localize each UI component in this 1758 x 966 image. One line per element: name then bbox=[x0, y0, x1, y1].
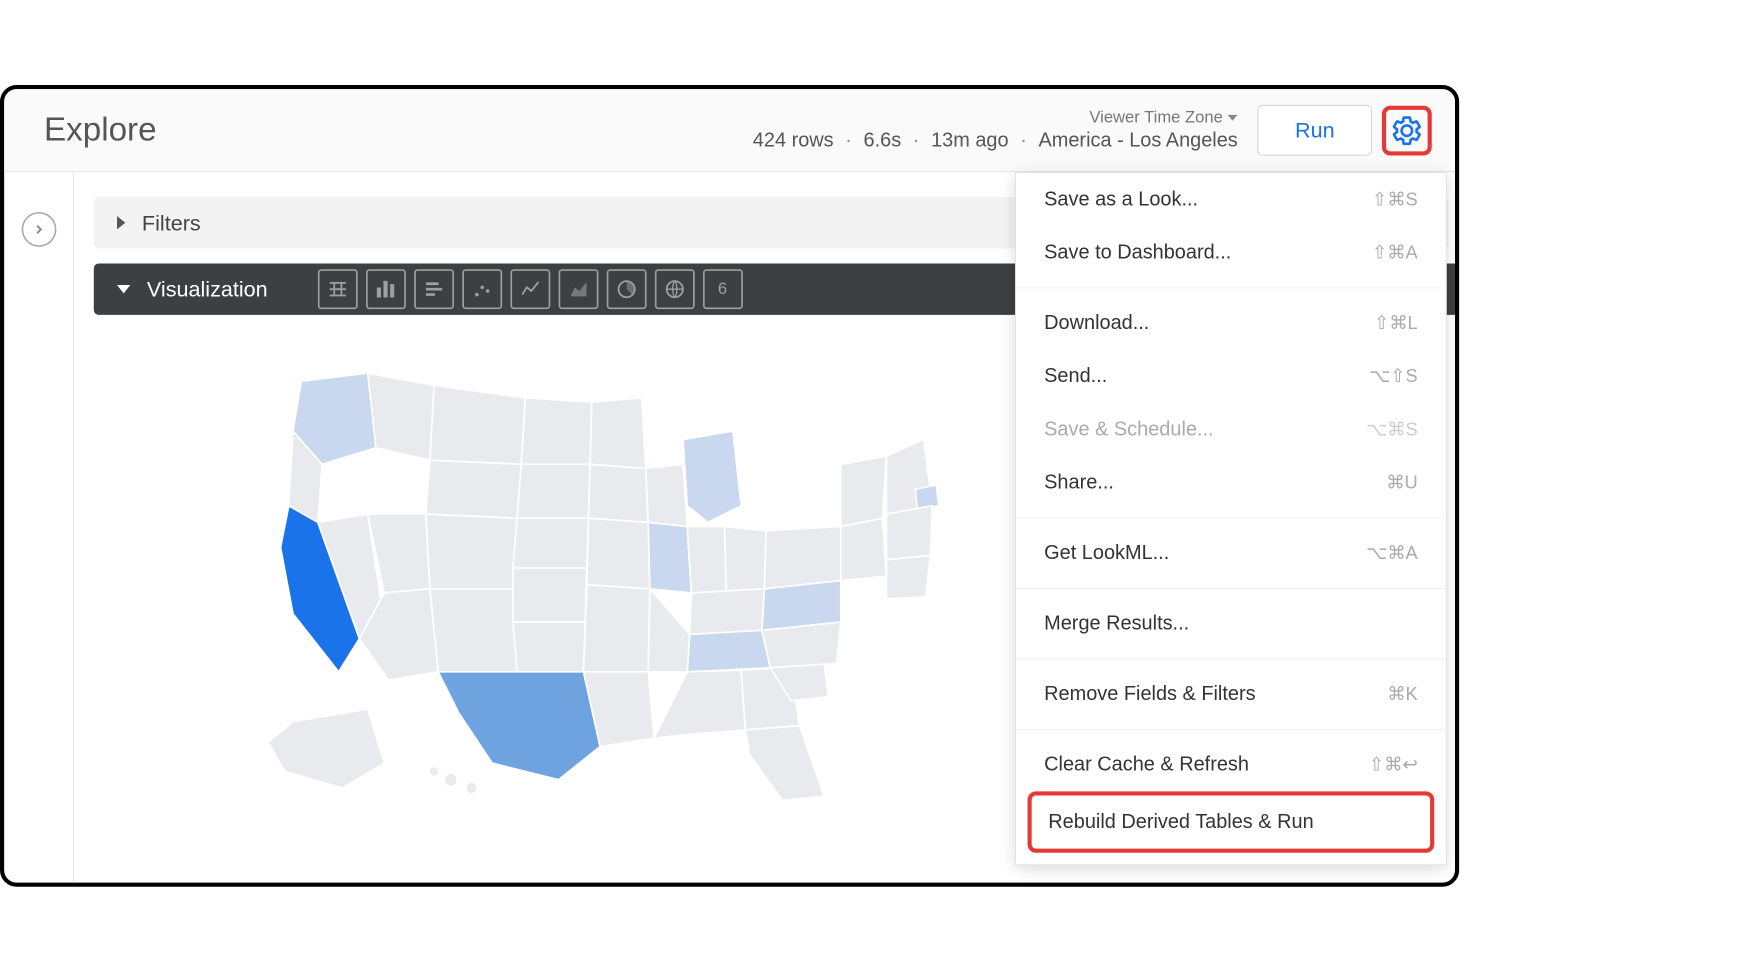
menu-merge-results[interactable]: Merge Results... bbox=[1016, 597, 1446, 650]
menu-divider bbox=[1016, 659, 1446, 660]
state-nm[interactable] bbox=[430, 589, 517, 672]
state-ne[interactable] bbox=[513, 518, 589, 568]
menu-rebuild-derived-tables-run[interactable]: Rebuild Derived Tables & Run bbox=[1032, 795, 1430, 848]
page-title: Explore bbox=[44, 112, 157, 149]
state-il[interactable] bbox=[648, 522, 691, 593]
timezone-value: America - Los Angeles bbox=[1038, 129, 1237, 152]
menu-clear-cache-refresh[interactable]: Clear Cache & Refresh ⇧⌘↩ bbox=[1016, 738, 1446, 791]
caret-down-icon bbox=[117, 285, 130, 293]
menu-save-to-dashboard[interactable]: Save to Dashboard... ⇧⌘A bbox=[1016, 226, 1446, 279]
menu-get-lookml[interactable]: Get LookML... ⌥⌘A bbox=[1016, 527, 1446, 580]
menu-divider bbox=[1016, 588, 1446, 589]
left-rail bbox=[4, 172, 74, 882]
chevron-right-icon bbox=[31, 222, 46, 237]
state-pa[interactable] bbox=[841, 518, 887, 580]
state-mt[interactable] bbox=[430, 385, 525, 464]
state-co[interactable] bbox=[426, 514, 517, 589]
state-ms-al[interactable] bbox=[654, 670, 745, 738]
state-wy[interactable] bbox=[426, 460, 521, 518]
state-hi-3[interactable] bbox=[466, 782, 478, 794]
state-fl[interactable] bbox=[745, 726, 824, 801]
app-frame: Explore Viewer Time Zone 424 rows · 6.6s… bbox=[0, 85, 1459, 887]
viz-single-value-icon[interactable]: 6 bbox=[703, 269, 743, 309]
state-ms-region[interactable] bbox=[648, 589, 690, 672]
state-mi[interactable] bbox=[683, 431, 741, 522]
state-ks[interactable] bbox=[513, 568, 587, 622]
state-ky[interactable] bbox=[690, 589, 765, 635]
settings-dropdown-menu: Save as a Look... ⇧⌘S Save to Dashboard.… bbox=[1015, 172, 1447, 865]
caret-right-icon bbox=[117, 216, 125, 229]
state-ny[interactable] bbox=[841, 456, 887, 527]
state-oh[interactable] bbox=[725, 527, 767, 593]
menu-divider bbox=[1016, 517, 1446, 518]
menu-send[interactable]: Send... ⌥⇧S bbox=[1016, 350, 1446, 403]
menu-save-as-look[interactable]: Save as a Look... ⇧⌘S bbox=[1016, 173, 1446, 226]
state-nd[interactable] bbox=[521, 398, 592, 464]
state-ak[interactable] bbox=[268, 709, 384, 788]
visualization-label: Visualization bbox=[147, 276, 268, 302]
menu-share[interactable]: Share... ⌘U bbox=[1016, 456, 1446, 509]
viz-bar-icon[interactable] bbox=[414, 269, 454, 309]
query-age: 13m ago bbox=[931, 129, 1009, 152]
viz-table-icon[interactable] bbox=[317, 269, 357, 309]
header-stats: Viewer Time Zone 424 rows · 6.6s · 13m a… bbox=[753, 108, 1238, 152]
state-wi[interactable] bbox=[646, 464, 688, 526]
menu-download[interactable]: Download... ⇧⌘L bbox=[1016, 297, 1446, 350]
state-ok[interactable] bbox=[513, 622, 585, 672]
state-tn[interactable] bbox=[687, 630, 770, 672]
timezone-selector[interactable]: Viewer Time Zone bbox=[1089, 108, 1237, 127]
state-nj-ct[interactable] bbox=[886, 506, 932, 560]
menu-divider bbox=[1016, 288, 1446, 289]
query-duration: 6.6s bbox=[864, 129, 902, 152]
us-map-svg bbox=[243, 340, 973, 805]
state-in[interactable] bbox=[687, 527, 726, 593]
viz-area-icon[interactable] bbox=[558, 269, 598, 309]
row-count: 424 rows bbox=[753, 129, 834, 152]
viz-type-icons: 6 bbox=[317, 269, 742, 309]
viz-line-icon[interactable] bbox=[510, 269, 550, 309]
top-bar: Explore Viewer Time Zone 424 rows · 6.6s… bbox=[4, 89, 1455, 172]
chevron-down-icon bbox=[1228, 115, 1238, 121]
state-hi-1[interactable] bbox=[429, 766, 439, 776]
state-mn[interactable] bbox=[590, 398, 646, 469]
state-ar[interactable] bbox=[583, 585, 649, 672]
settings-gear-button[interactable] bbox=[1382, 105, 1432, 155]
menu-save-schedule: Save & Schedule... ⌥⌘S bbox=[1016, 403, 1446, 456]
menu-remove-fields-filters[interactable]: Remove Fields & Filters ⌘K bbox=[1016, 668, 1446, 721]
viz-map-icon[interactable] bbox=[654, 269, 694, 309]
viz-pie-icon[interactable] bbox=[606, 269, 646, 309]
menu-divider bbox=[1016, 729, 1446, 730]
state-mo[interactable] bbox=[587, 518, 650, 589]
state-hi-2[interactable] bbox=[444, 773, 457, 786]
filters-label: Filters bbox=[142, 210, 201, 236]
state-ia[interactable] bbox=[588, 464, 648, 522]
expand-panel-button[interactable] bbox=[21, 212, 56, 247]
state-wv-pa[interactable] bbox=[764, 527, 840, 589]
viz-scatter-icon[interactable] bbox=[462, 269, 502, 309]
menu-highlighted-box: Rebuild Derived Tables & Run bbox=[1028, 791, 1435, 852]
timezone-label: Viewer Time Zone bbox=[1089, 108, 1222, 127]
state-tx[interactable] bbox=[438, 672, 600, 780]
state-id[interactable] bbox=[368, 373, 434, 460]
state-md-de[interactable] bbox=[886, 556, 930, 599]
run-button[interactable]: Run bbox=[1258, 105, 1372, 156]
gear-icon bbox=[1391, 114, 1423, 146]
state-sd[interactable] bbox=[517, 464, 590, 518]
viz-column-icon[interactable] bbox=[366, 269, 406, 309]
